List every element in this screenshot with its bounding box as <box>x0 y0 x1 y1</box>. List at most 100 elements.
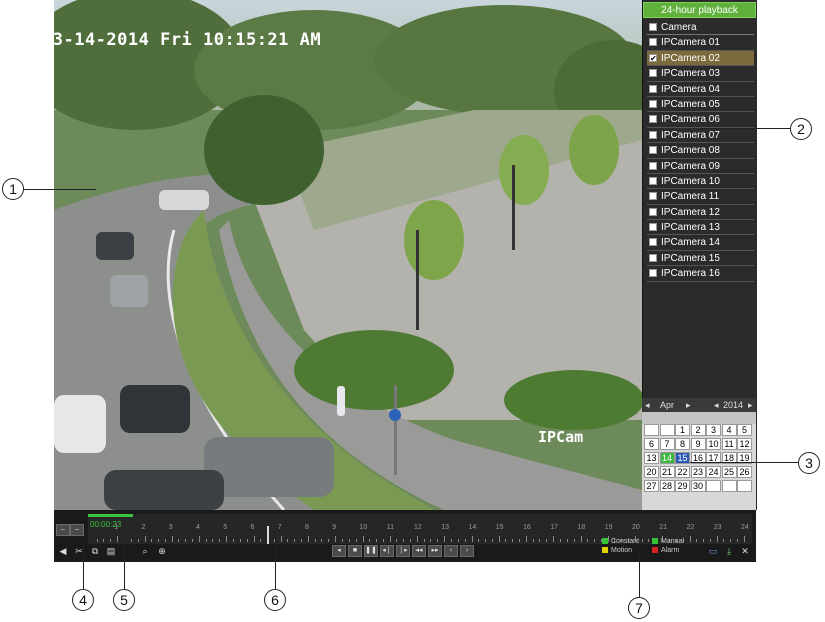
select-all-checkbox[interactable] <box>649 23 657 31</box>
timeline-tick <box>137 539 139 542</box>
legend-manual: Manual <box>652 538 684 545</box>
step-back-button[interactable]: ◂❘ <box>380 545 394 557</box>
timeline-tick <box>301 539 303 542</box>
calendar-day[interactable]: 2 <box>690 424 706 436</box>
calendar-day[interactable]: 21 <box>659 466 675 478</box>
camera-row[interactable]: IPCamera 14 <box>647 235 754 251</box>
camera-row[interactable]: IPCamera 10 <box>647 174 754 190</box>
calendar-day[interactable]: 28 <box>659 480 675 492</box>
camera-header-row[interactable]: Camera <box>647 20 754 36</box>
timeline-cursor[interactable] <box>267 526 270 544</box>
next-button[interactable]: › <box>460 545 474 557</box>
calendar-day[interactable]: 9 <box>690 438 706 450</box>
legend-constant: Constant <box>602 538 639 545</box>
prev-month-icon[interactable]: ◂ <box>645 398 650 412</box>
camera-checkbox[interactable] <box>649 238 657 247</box>
camera-row[interactable]: IPCamera 09 <box>647 159 754 174</box>
timeline-hour-label: 6 <box>250 524 255 531</box>
playback-mode-title[interactable]: 24-hour playback <box>643 2 756 18</box>
camera-row[interactable]: IPCamera 12 <box>647 205 754 221</box>
zoom-in-timeline-button[interactable]: – <box>70 524 84 536</box>
camera-row[interactable]: IPCamera 13 <box>647 220 754 236</box>
calendar-day[interactable]: 30 <box>690 480 706 492</box>
calendar-day[interactable]: 13 <box>644 452 659 464</box>
camera-row[interactable]: IPCamera 08 <box>647 143 754 159</box>
camera-row[interactable]: IPCamera 04 <box>647 82 754 97</box>
camera-row[interactable]: IPCamera 15 <box>647 251 754 267</box>
timeline-hour-label: 14 <box>468 524 477 531</box>
calendar-day[interactable]: 5 <box>737 424 752 436</box>
close-icon[interactable]: ✕ <box>738 545 752 557</box>
stop-button[interactable]: ■ <box>348 545 362 557</box>
export-icon[interactable]: ⤓ <box>722 545 736 557</box>
timeline-tick <box>410 539 412 542</box>
tag-icon[interactable]: ⧉ <box>88 545 102 557</box>
calendar-day[interactable]: 10 <box>706 438 721 450</box>
calendar-day[interactable]: 29 <box>675 480 690 492</box>
calendar-day[interactable]: 1 <box>675 424 690 436</box>
prev-button[interactable]: ‹ <box>444 545 458 557</box>
camera-checkbox[interactable] <box>649 38 657 47</box>
timeline-tick <box>464 539 466 542</box>
timeline-tick <box>553 536 555 542</box>
calendar-day[interactable]: 8 <box>675 438 690 450</box>
calendar-day[interactable]: 15 <box>675 452 690 464</box>
calendar-day[interactable]: 27 <box>644 480 659 492</box>
camera-checkbox[interactable] <box>649 223 657 232</box>
camera-row[interactable]: IPCamera 06 <box>647 112 754 128</box>
reverse-play-button[interactable]: ◂ <box>332 545 346 557</box>
calendar-day[interactable]: 3 <box>706 424 721 436</box>
camera-row[interactable]: IPCamera 16 <box>647 266 754 282</box>
calendar-day[interactable]: 6 <box>644 438 659 450</box>
timeline-tick <box>730 539 732 542</box>
legend-label-constant: Constant <box>611 538 640 545</box>
calendar-day[interactable]: 26 <box>737 466 752 478</box>
camera-checkbox[interactable] <box>649 176 657 185</box>
camera-row[interactable]: IPCamera 07 <box>647 128 754 144</box>
fast-button[interactable]: ▸▸ <box>428 545 442 557</box>
digital-zoom-icon[interactable]: ⌕ <box>138 545 152 557</box>
calendar-day[interactable]: 12 <box>737 438 752 450</box>
save-icon[interactable]: ▤ <box>104 545 118 557</box>
calendar-day[interactable]: 11 <box>721 438 737 450</box>
camera-checkbox[interactable] <box>649 192 657 201</box>
calendar-day[interactable]: 23 <box>690 466 706 478</box>
callout-6: 6 <box>264 589 286 611</box>
camera-row[interactable]: IPCamera 01 <box>647 35 754 51</box>
next-year-icon[interactable]: ▸ <box>748 398 753 412</box>
slow-button[interactable]: ◂◂ <box>412 545 426 557</box>
camera-checkbox[interactable] <box>649 69 657 78</box>
pause-button[interactable]: ❚❚ <box>364 545 378 557</box>
calendar-day[interactable]: 20 <box>644 466 659 478</box>
add-icon[interactable]: ⊕ <box>155 545 169 557</box>
zoom-out-timeline-button[interactable]: – <box>56 524 70 536</box>
audio-icon[interactable]: ◀ <box>56 545 70 557</box>
camera-checkbox[interactable] <box>649 207 657 216</box>
calendar-day[interactable]: 7 <box>659 438 675 450</box>
camera-checkbox[interactable] <box>649 253 657 262</box>
callout-7-line <box>639 555 640 597</box>
camera-checkbox[interactable] <box>649 161 657 170</box>
camera-checkbox[interactable] <box>649 146 657 155</box>
camera-checkbox[interactable] <box>649 269 657 278</box>
step-forward-button[interactable]: ❘▸ <box>396 545 410 557</box>
folder-icon[interactable]: ▭ <box>706 545 720 557</box>
camera-checkbox[interactable] <box>649 115 657 124</box>
calendar-day[interactable]: 25 <box>721 466 737 478</box>
camera-checkbox[interactable] <box>649 130 657 139</box>
camera-checkbox[interactable]: ✔ <box>649 53 657 62</box>
camera-row[interactable]: IPCamera 05 <box>647 97 754 113</box>
camera-row[interactable]: IPCamera 03 <box>647 66 754 82</box>
calendar-day[interactable]: 22 <box>675 466 690 478</box>
timeline-tick <box>444 536 446 542</box>
calendar-day[interactable]: 14 <box>659 452 675 464</box>
calendar-day[interactable]: 4 <box>721 424 737 436</box>
next-month-icon[interactable]: ▸ <box>686 398 691 412</box>
camera-row[interactable]: ✔ IPCamera 02 <box>647 50 754 67</box>
camera-checkbox[interactable] <box>649 84 657 93</box>
camera-checkbox[interactable] <box>649 99 657 108</box>
prev-year-icon[interactable]: ◂ <box>714 398 719 412</box>
calendar-day[interactable]: 24 <box>706 466 721 478</box>
camera-row[interactable]: IPCamera 11 <box>647 189 754 205</box>
timeline-hour-label: 4 <box>196 524 200 531</box>
